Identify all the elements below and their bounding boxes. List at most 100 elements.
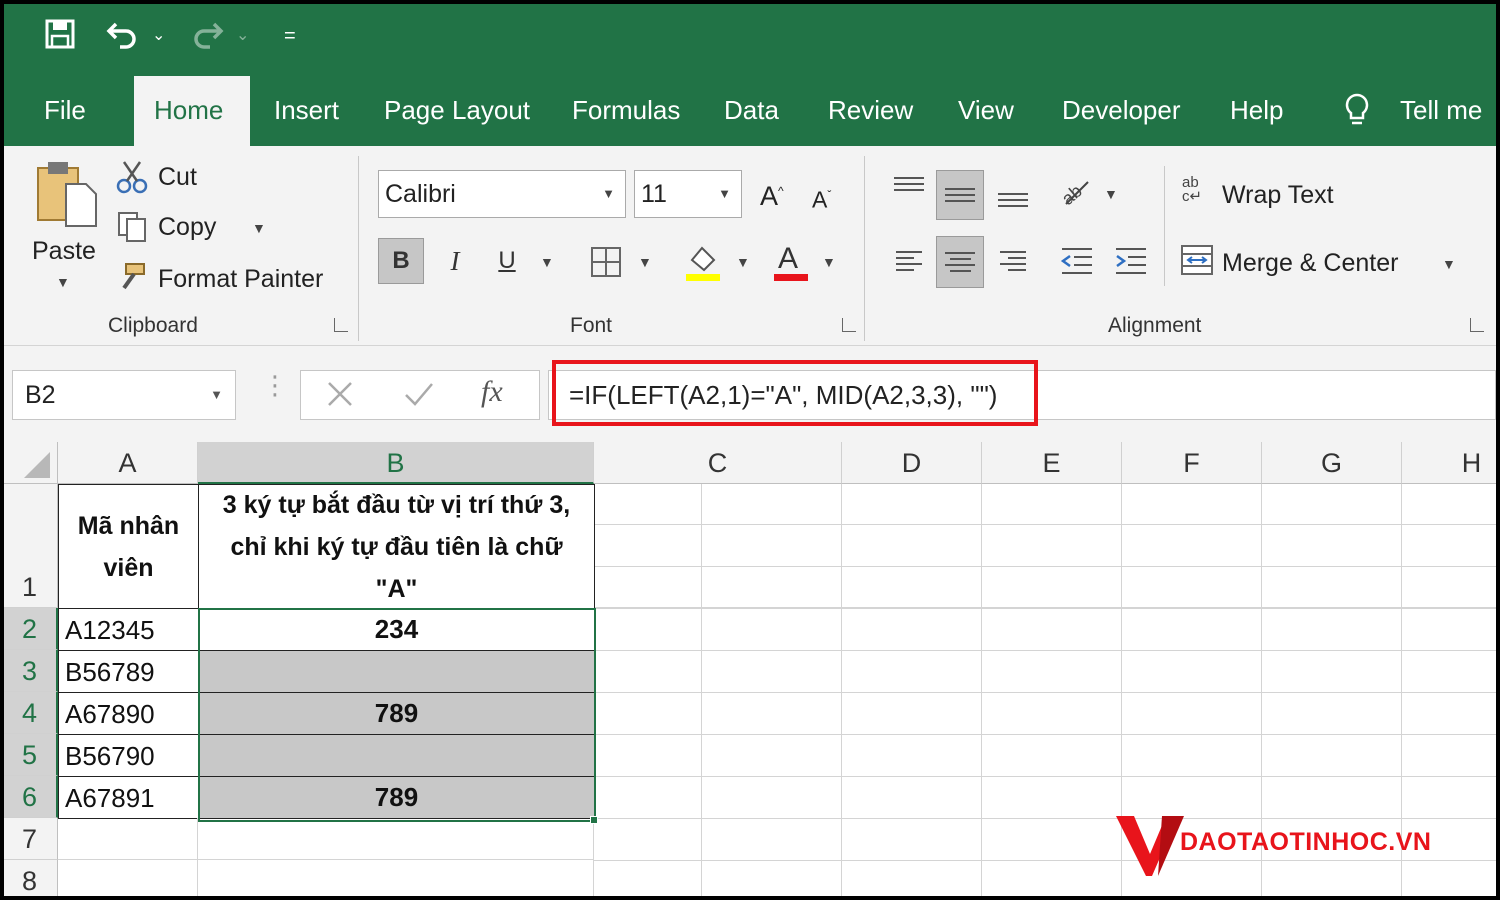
font-color-icon[interactable]: A bbox=[772, 240, 810, 287]
lightbulb-icon[interactable] bbox=[1342, 92, 1372, 135]
tab-help[interactable]: Help bbox=[1230, 94, 1283, 126]
save-icon[interactable] bbox=[44, 18, 76, 59]
align-middle-icon[interactable] bbox=[936, 170, 984, 220]
cell-b8[interactable] bbox=[198, 860, 594, 896]
row-header-2[interactable]: 2 bbox=[4, 608, 58, 650]
customize-qat-icon[interactable]: = bbox=[284, 18, 296, 54]
row-header-5[interactable]: 5 bbox=[4, 734, 58, 776]
cell-b3[interactable] bbox=[198, 650, 595, 693]
cancel-icon[interactable] bbox=[325, 379, 355, 414]
cell-a1[interactable]: Mã nhân viên bbox=[58, 484, 199, 609]
underline-dropdown-icon[interactable]: ▼ bbox=[540, 254, 554, 270]
cell-b1[interactable]: 3 ký tự bắt đầu từ vị trí thứ 3, chỉ khi… bbox=[198, 484, 595, 609]
cell-b4[interactable]: 789 bbox=[198, 692, 595, 735]
paste-icon[interactable] bbox=[34, 158, 100, 235]
format-painter-button[interactable]: Format Painter bbox=[158, 264, 323, 294]
column-header-h[interactable]: H bbox=[1402, 442, 1496, 484]
tab-review[interactable]: Review bbox=[828, 94, 913, 126]
copy-dropdown-icon[interactable]: ▼ bbox=[252, 220, 266, 236]
wrap-text-button[interactable]: Wrap Text bbox=[1222, 180, 1334, 210]
clipboard-launcher-icon[interactable] bbox=[334, 318, 348, 332]
cell-a3[interactable]: B56789 bbox=[58, 650, 199, 693]
row-header-4[interactable]: 4 bbox=[4, 692, 58, 734]
tab-page-layout[interactable]: Page Layout bbox=[384, 94, 530, 126]
column-header-a[interactable]: A bbox=[58, 442, 198, 484]
align-bottom-icon[interactable] bbox=[990, 170, 1036, 216]
column-header-f[interactable]: F bbox=[1122, 442, 1262, 484]
gridline bbox=[841, 484, 842, 608]
tab-view[interactable]: View bbox=[958, 94, 1014, 126]
align-left-icon[interactable] bbox=[886, 238, 932, 284]
tab-insert[interactable]: Insert bbox=[274, 94, 339, 126]
merge-center-button[interactable]: Merge & Center bbox=[1222, 248, 1398, 278]
row-1-empty[interactable] bbox=[594, 484, 1496, 608]
orientation-dropdown-icon[interactable]: ▼ bbox=[1104, 186, 1118, 202]
underline-button[interactable]: U bbox=[484, 238, 530, 284]
copy-button[interactable]: Copy bbox=[158, 212, 216, 242]
increase-font-icon[interactable]: A^ bbox=[760, 176, 784, 211]
alignment-launcher-icon[interactable] bbox=[1470, 318, 1484, 332]
column-header-g[interactable]: G bbox=[1262, 442, 1402, 484]
align-center-icon[interactable] bbox=[936, 236, 984, 288]
row-header-8[interactable]: 8 bbox=[4, 860, 58, 896]
chevron-down-icon: ▼ bbox=[602, 186, 615, 201]
undo-icon[interactable] bbox=[106, 18, 140, 59]
chevron-down-icon: ▼ bbox=[210, 387, 223, 402]
row-header-7[interactable]: 7 bbox=[4, 818, 58, 860]
borders-icon[interactable] bbox=[590, 246, 622, 283]
decrease-font-icon[interactable]: Aˇ bbox=[812, 180, 831, 215]
column-header-c[interactable]: C bbox=[594, 442, 842, 484]
font-name-combo[interactable]: Calibri ▼ bbox=[378, 170, 626, 218]
paste-button[interactable]: Paste bbox=[32, 236, 96, 266]
merge-dropdown-icon[interactable]: ▼ bbox=[1442, 256, 1456, 272]
select-all-corner[interactable] bbox=[4, 442, 58, 484]
tab-home[interactable]: Home bbox=[134, 76, 250, 146]
fill-handle[interactable] bbox=[590, 816, 598, 824]
enter-icon[interactable] bbox=[403, 379, 435, 414]
gridline bbox=[1261, 484, 1262, 608]
borders-dropdown-icon[interactable]: ▼ bbox=[638, 254, 652, 270]
cell-a5[interactable]: B56790 bbox=[58, 734, 199, 777]
font-color-dropdown-icon[interactable]: ▼ bbox=[822, 254, 836, 270]
tell-me-search[interactable]: Tell me bbox=[1400, 94, 1482, 126]
redo-dropdown-icon[interactable]: ⌄ bbox=[236, 18, 249, 54]
redo-icon[interactable] bbox=[190, 18, 224, 59]
decrease-indent-icon[interactable] bbox=[1060, 246, 1094, 281]
tab-developer[interactable]: Developer bbox=[1062, 94, 1181, 126]
row-header-6[interactable]: 6 bbox=[4, 776, 58, 818]
cut-button[interactable]: Cut bbox=[158, 162, 197, 192]
orientation-icon[interactable]: ab bbox=[1058, 176, 1094, 213]
insert-function-icon[interactable]: fx bbox=[481, 375, 503, 409]
svg-text:ab: ab bbox=[1058, 181, 1086, 208]
cell-a2[interactable]: A12345 bbox=[58, 608, 199, 651]
column-header-b[interactable]: B bbox=[198, 442, 594, 484]
align-right-icon[interactable] bbox=[990, 238, 1036, 284]
tab-data[interactable]: Data bbox=[724, 94, 779, 126]
undo-dropdown-icon[interactable]: ⌄ bbox=[152, 18, 165, 54]
cell-a4[interactable]: A67890 bbox=[58, 692, 199, 735]
row-header-1[interactable]: 1 bbox=[4, 484, 58, 608]
font-launcher-icon[interactable] bbox=[842, 318, 856, 332]
fill-color-dropdown-icon[interactable]: ▼ bbox=[736, 254, 750, 270]
align-top-icon[interactable] bbox=[886, 168, 932, 214]
cell-b5[interactable] bbox=[198, 734, 595, 777]
cell-b7[interactable] bbox=[198, 818, 594, 860]
bold-button[interactable]: B bbox=[378, 238, 424, 284]
column-header-e[interactable]: E bbox=[982, 442, 1122, 484]
tab-formulas[interactable]: Formulas bbox=[572, 94, 680, 126]
paste-dropdown-icon[interactable]: ▼ bbox=[56, 274, 70, 290]
cell-a7[interactable] bbox=[58, 818, 198, 860]
italic-button[interactable]: I bbox=[432, 238, 478, 284]
cell-b2[interactable]: 234 bbox=[198, 608, 595, 651]
cell-a6[interactable]: A67891 bbox=[58, 776, 199, 819]
formula-bar-grip-icon[interactable]: ⋮ bbox=[262, 372, 288, 398]
name-box[interactable]: B2 ▼ bbox=[12, 370, 236, 420]
increase-indent-icon[interactable] bbox=[1114, 246, 1148, 281]
row-header-3[interactable]: 3 bbox=[4, 650, 58, 692]
font-size-combo[interactable]: 11 ▼ bbox=[634, 170, 742, 218]
cell-a8[interactable] bbox=[58, 860, 198, 896]
fill-color-icon[interactable] bbox=[684, 242, 722, 287]
tab-file[interactable]: File bbox=[44, 94, 86, 126]
column-header-d[interactable]: D bbox=[842, 442, 982, 484]
cell-b6[interactable]: 789 bbox=[198, 776, 595, 819]
